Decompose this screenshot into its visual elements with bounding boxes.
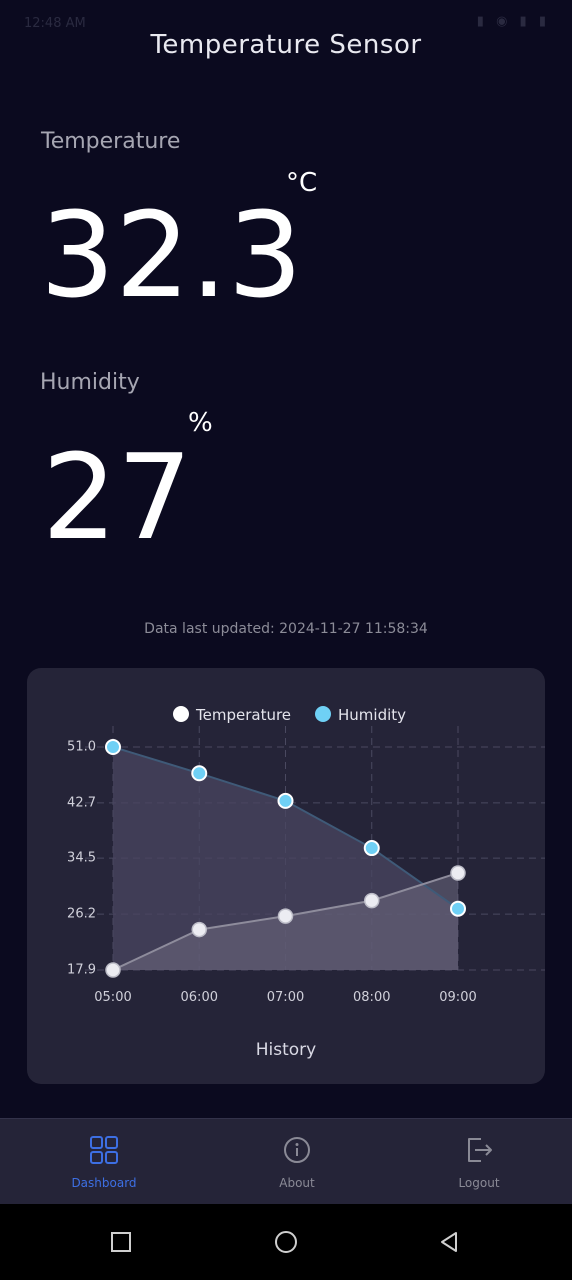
legend-temperature-swatch xyxy=(173,706,189,722)
y-tick-label: 26.2 xyxy=(67,907,96,922)
home-icon[interactable] xyxy=(274,1230,298,1254)
temperature-point xyxy=(364,892,380,909)
x-tick-label: 09:00 xyxy=(439,990,476,1005)
y-tick-label: 34.5 xyxy=(67,851,96,866)
humidity-label: Humidity xyxy=(40,370,140,395)
logout-icon xyxy=(468,1138,492,1162)
last-updated-text: Data last updated: 2024-11-27 11:58:34 xyxy=(144,621,428,637)
legend-humidity-swatch xyxy=(315,706,331,722)
y-tick-label: 42.7 xyxy=(67,795,96,810)
grid-icon xyxy=(90,1136,118,1164)
x-tick-label: 08:00 xyxy=(353,990,390,1005)
y-tick-label: 51.0 xyxy=(67,740,96,755)
humidity-point xyxy=(363,840,380,857)
temperature-unit: °C xyxy=(286,168,318,198)
humidity-point xyxy=(105,739,121,755)
temperature-label: Temperature xyxy=(41,129,181,154)
x-tick-label: 05:00 xyxy=(94,990,131,1005)
temperature-point xyxy=(450,865,466,881)
humidity-value: 27 xyxy=(42,428,193,566)
system-nav-bar xyxy=(0,1204,572,1280)
humidity-unit: % xyxy=(188,408,213,438)
humidity-point xyxy=(277,792,294,809)
chart-caption: History xyxy=(255,1040,317,1060)
temperature-point xyxy=(277,908,294,924)
nav-label-logout: Logout xyxy=(458,1176,500,1190)
nav-item-about[interactable]: About xyxy=(202,1119,392,1205)
back-icon[interactable] xyxy=(437,1230,461,1254)
status-icons: ▮ ◉ ▮ ▮ xyxy=(476,14,550,29)
history-chart: 51.0 42.7 34.5 26.2 17.9 05:00 06:00 07:00 08:00… xyxy=(67,706,545,1005)
legend-humidity-label: Humidity xyxy=(338,706,406,724)
humidity-point xyxy=(450,900,466,917)
nav-item-dashboard[interactable]: Dashboard xyxy=(9,1119,199,1205)
nav-label-dashboard: Dashboard xyxy=(71,1176,137,1190)
temperature-point xyxy=(191,921,207,938)
legend-temperature-label: Temperature xyxy=(195,706,291,724)
y-tick-label: 17.9 xyxy=(67,963,96,978)
status-time: 12:48 AM xyxy=(24,16,86,31)
bottom-nav: Dashboard About Logout xyxy=(0,1118,572,1205)
temperature-value: 32.3 xyxy=(40,186,303,324)
humidity-point xyxy=(191,765,208,782)
nav-label-about: About xyxy=(279,1176,315,1190)
history-chart-card: 51.0 42.7 34.5 26.2 17.9 05:00 06:00 07:00 08:00… xyxy=(27,668,545,1084)
temperature-point xyxy=(105,962,121,978)
x-tick-label: 06:00 xyxy=(181,990,218,1005)
x-tick-label: 07:00 xyxy=(267,990,304,1005)
info-icon xyxy=(284,1137,310,1163)
app-title: Temperature Sensor xyxy=(150,30,422,60)
recent-apps-icon[interactable] xyxy=(109,1230,133,1254)
nav-item-logout[interactable]: Logout xyxy=(384,1119,572,1205)
